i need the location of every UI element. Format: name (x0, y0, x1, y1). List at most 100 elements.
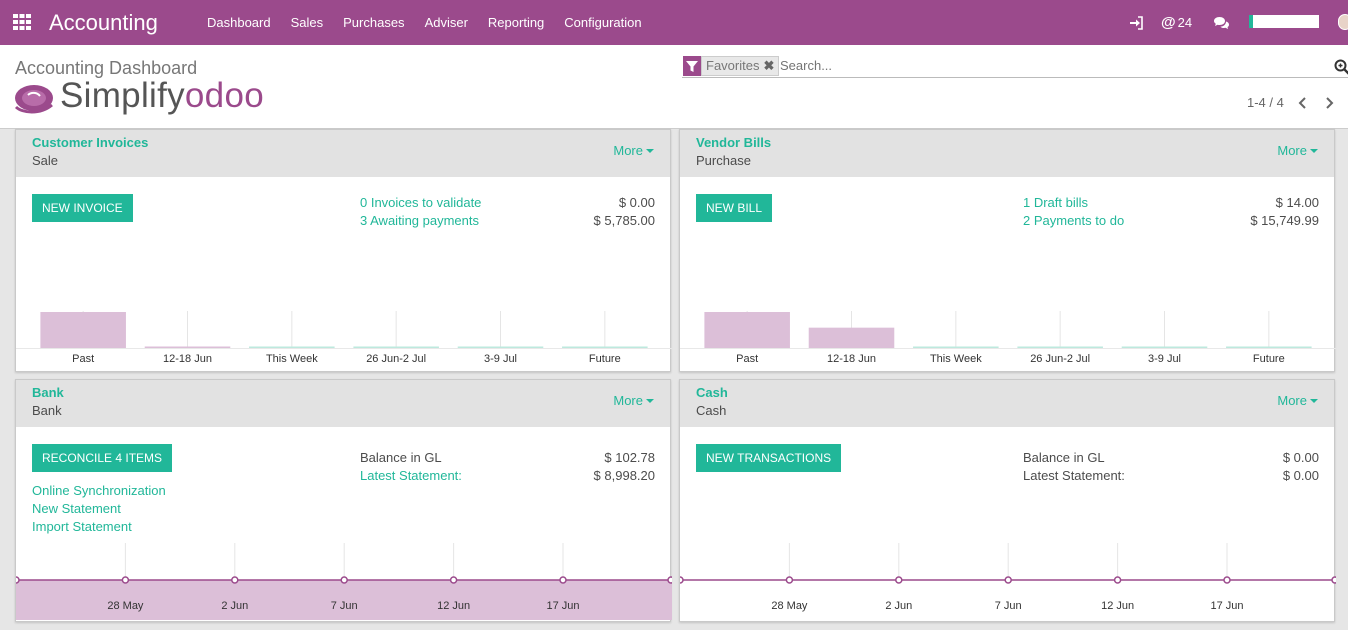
journal-type: Bank (32, 403, 62, 418)
chart-bar (704, 312, 790, 348)
card-header: Bank Bank More (16, 380, 670, 427)
journal-card-customer-invoices: Customer Invoices Sale More New Invoice … (15, 129, 672, 372)
facet-remove-icon[interactable]: ✖ (763, 58, 774, 73)
more-dropdown[interactable]: More (1277, 393, 1318, 408)
draft-bills-link[interactable]: 1 Draft bills (1023, 195, 1088, 210)
card-header: Vendor Bills Purchase More (680, 130, 1334, 177)
chart-tick-label: 28 May (771, 600, 808, 612)
search-facet-favorites: Favorites ✖ (701, 56, 780, 76)
chart-point (895, 576, 903, 584)
chart-point (1223, 576, 1231, 584)
invoices-to-validate-link[interactable]: 0 Invoices to validate (360, 195, 481, 210)
balance-in-gl-label: Balance in GL (360, 450, 442, 465)
chart-tick-label: 2 Jun (885, 600, 912, 612)
awaiting-payments-link[interactable]: 3 Awaiting payments (360, 213, 479, 228)
journal-name[interactable]: Cash (696, 385, 728, 400)
latest-statement-link[interactable]: Latest Statement: (360, 468, 462, 483)
chat-button[interactable] (1213, 0, 1230, 45)
caret-down-icon (1310, 399, 1318, 403)
journal-name[interactable]: Bank (32, 385, 64, 400)
menu-adviser[interactable]: Adviser (415, 0, 478, 45)
payments-to-do-amount: $ 15,749.99 (1250, 213, 1319, 228)
latest-statement-amount: $ 0.00 (1282, 468, 1319, 483)
chart-tick-label: Past (72, 353, 94, 365)
payments-to-do-link[interactable]: 2 Payments to do (1023, 213, 1124, 228)
chart-point (1004, 576, 1012, 584)
search-input[interactable] (780, 58, 1320, 73)
at-sign-icon: @ (1161, 14, 1176, 31)
journal-card-bank: Bank Bank More Reconcile 4 Items Balance… (15, 379, 672, 622)
chart-tick-label: Future (1253, 353, 1285, 365)
chart-tick-label: 12 Jun (437, 600, 470, 612)
journal-type: Sale (32, 153, 59, 168)
journal-name[interactable]: Vendor Bills (696, 135, 771, 150)
app-grid-icon[interactable] (13, 14, 31, 30)
sign-in-icon (1130, 15, 1143, 30)
menu-reporting[interactable]: Reporting (478, 0, 554, 45)
menu-configuration[interactable]: Configuration (554, 0, 651, 45)
menu-sales[interactable]: Sales (281, 0, 334, 45)
avatar[interactable] (1338, 14, 1348, 30)
more-label: More (613, 143, 643, 158)
pager-next-icon[interactable] (1322, 95, 1336, 111)
online-synchronization-link[interactable]: Online Synchronization (32, 483, 166, 498)
chart-tick-label: 7 Jun (995, 600, 1022, 612)
menu-purchases[interactable]: Purchases (333, 0, 414, 45)
chart-bar (562, 346, 648, 348)
bank-balance-chart: 28 May 2 Jun 7 Jun 12 Jun 17 Jun (16, 543, 672, 621)
mentions-button[interactable]: @ 24 (1161, 0, 1192, 45)
invoices-bar-chart: Past 12-18 Jun This Week 26 Jun-2 Jul 3-9 Ju… (16, 291, 672, 371)
invoices-to-validate-amount: $ 0.00 (618, 195, 655, 210)
line-chart-svg: 28 May 2 Jun 7 Jun 12 Jun 17 Jun (680, 543, 1336, 612)
draft-bills-amount: $ 14.00 (1275, 195, 1319, 210)
chart-point (1331, 576, 1336, 584)
comments-icon (1214, 16, 1229, 29)
journal-name[interactable]: Customer Invoices (32, 135, 148, 150)
chart-point (231, 576, 239, 584)
user-menu[interactable] (1249, 15, 1319, 28)
chart-bar (144, 346, 231, 348)
caret-down-icon (1310, 149, 1318, 153)
chart-bar (808, 327, 895, 348)
chart-bar (457, 346, 544, 348)
chart-tick-label: 12-18 Jun (827, 353, 876, 365)
chart-bar (1226, 346, 1312, 348)
more-dropdown[interactable]: More (1277, 143, 1318, 158)
new-bill-button[interactable]: New Bill (696, 194, 773, 222)
journal-dashboard: Customer Invoices Sale More New Invoice … (0, 129, 1348, 630)
journal-card-vendor-bills: Vendor Bills Purchase More New Bill 1 Dr… (679, 129, 1336, 372)
more-dropdown[interactable]: More (613, 393, 654, 408)
search-view: Favorites ✖ (682, 55, 1348, 78)
new-statement-link[interactable]: New Statement (32, 501, 121, 516)
awaiting-payments-amount: $ 5,785.00 (593, 213, 655, 228)
more-label: More (613, 393, 643, 408)
chart-point (1113, 576, 1122, 584)
more-dropdown[interactable]: More (613, 143, 654, 158)
new-invoice-button[interactable]: New Invoice (32, 194, 133, 222)
chart-tick-label: 17 Jun (546, 600, 579, 612)
control-panel: Accounting Dashboard Simplifyodoo Favori… (0, 45, 1348, 129)
chart-tick-label: 12 Jun (1101, 600, 1134, 612)
chart-bar (1121, 346, 1208, 348)
search-toggle-icon[interactable] (1334, 59, 1348, 75)
chart-point (121, 576, 130, 584)
journal-type: Purchase (696, 153, 751, 168)
reconcile-items-button[interactable]: Reconcile 4 Items (32, 444, 173, 472)
chart-tick-label: This Week (266, 353, 318, 365)
filter-icon (683, 56, 701, 76)
caret-down-icon (646, 149, 654, 153)
chart-tick-label: 2 Jun (221, 600, 248, 612)
more-label: More (1277, 143, 1307, 158)
app-title: Accounting (49, 10, 158, 35)
import-statement-link[interactable]: Import Statement (32, 519, 132, 534)
sign-in-button[interactable] (1129, 0, 1143, 45)
journal-card-cash: Cash Cash More New Transactions Balance … (679, 379, 1336, 622)
chart-point (559, 576, 567, 584)
chart-point (680, 576, 684, 584)
pager-previous-icon[interactable] (1296, 95, 1310, 111)
new-transactions-button[interactable]: New Transactions (696, 444, 842, 472)
chart-tick-label: 28 May (107, 600, 144, 612)
chart-point (785, 576, 794, 584)
menu-dashboard[interactable]: Dashboard (197, 0, 281, 45)
bills-bar-chart: Past 12-18 Jun This Week 26 Jun-2 Jul 3-9 Ju… (680, 291, 1336, 371)
